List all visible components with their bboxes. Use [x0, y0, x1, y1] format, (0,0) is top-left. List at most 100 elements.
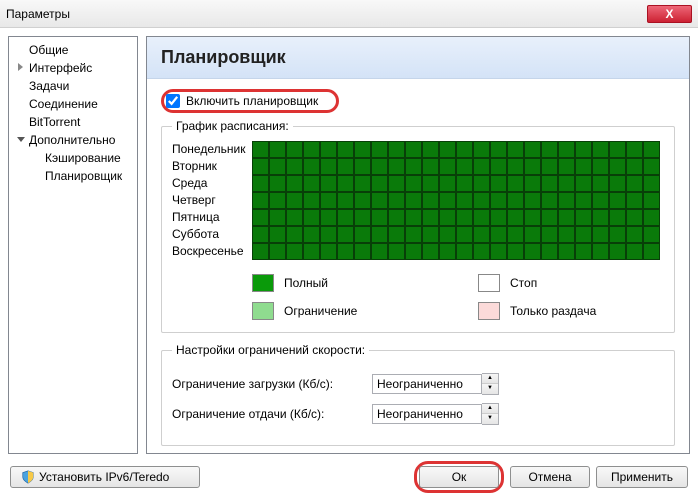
- schedule-cell[interactable]: [405, 209, 422, 226]
- schedule-cell[interactable]: [405, 158, 422, 175]
- schedule-cell[interactable]: [422, 141, 439, 158]
- schedule-cell[interactable]: [439, 209, 456, 226]
- schedule-cell[interactable]: [643, 192, 660, 209]
- schedule-cell[interactable]: [490, 243, 507, 260]
- schedule-cell[interactable]: [269, 192, 286, 209]
- schedule-cell[interactable]: [388, 243, 405, 260]
- schedule-cell[interactable]: [354, 226, 371, 243]
- schedule-cell[interactable]: [320, 226, 337, 243]
- schedule-cell[interactable]: [524, 192, 541, 209]
- schedule-cell[interactable]: [286, 226, 303, 243]
- sidebar-item-interface[interactable]: Интерфейс: [11, 59, 135, 77]
- schedule-cell[interactable]: [286, 209, 303, 226]
- schedule-cell[interactable]: [592, 158, 609, 175]
- schedule-cell[interactable]: [626, 243, 643, 260]
- schedule-cell[interactable]: [592, 209, 609, 226]
- schedule-cell[interactable]: [456, 175, 473, 192]
- schedule-cell[interactable]: [422, 243, 439, 260]
- ok-button[interactable]: Ок: [419, 466, 499, 488]
- schedule-cell[interactable]: [456, 192, 473, 209]
- schedule-cell[interactable]: [252, 175, 269, 192]
- schedule-cell[interactable]: [320, 175, 337, 192]
- schedule-cell[interactable]: [439, 192, 456, 209]
- schedule-cell[interactable]: [558, 226, 575, 243]
- schedule-cell[interactable]: [303, 226, 320, 243]
- schedule-cell[interactable]: [473, 158, 490, 175]
- schedule-cell[interactable]: [337, 158, 354, 175]
- sidebar-item-cache[interactable]: Кэширование: [11, 149, 135, 167]
- schedule-cell[interactable]: [269, 243, 286, 260]
- schedule-cell[interactable]: [439, 226, 456, 243]
- schedule-cell[interactable]: [490, 209, 507, 226]
- schedule-cell[interactable]: [286, 192, 303, 209]
- schedule-cell[interactable]: [303, 158, 320, 175]
- schedule-cell[interactable]: [575, 141, 592, 158]
- schedule-cell[interactable]: [541, 209, 558, 226]
- schedule-cell[interactable]: [626, 209, 643, 226]
- sidebar-item-connection[interactable]: Соединение: [11, 95, 135, 113]
- schedule-cell[interactable]: [575, 192, 592, 209]
- schedule-cell[interactable]: [405, 243, 422, 260]
- schedule-cell[interactable]: [320, 209, 337, 226]
- schedule-cell[interactable]: [371, 158, 388, 175]
- schedule-cell[interactable]: [507, 243, 524, 260]
- schedule-cell[interactable]: [609, 243, 626, 260]
- schedule-cell[interactable]: [626, 158, 643, 175]
- schedule-cell[interactable]: [354, 158, 371, 175]
- cancel-button[interactable]: Отмена: [510, 466, 590, 488]
- schedule-cell[interactable]: [524, 226, 541, 243]
- download-limit-input[interactable]: [372, 374, 482, 394]
- schedule-cell[interactable]: [609, 192, 626, 209]
- upload-spin-down[interactable]: ▼: [482, 414, 498, 424]
- schedule-cell[interactable]: [473, 226, 490, 243]
- schedule-cell[interactable]: [405, 192, 422, 209]
- schedule-cell[interactable]: [422, 175, 439, 192]
- schedule-cell[interactable]: [490, 175, 507, 192]
- schedule-cell[interactable]: [286, 243, 303, 260]
- schedule-cell[interactable]: [303, 141, 320, 158]
- schedule-cell[interactable]: [592, 226, 609, 243]
- schedule-cell[interactable]: [609, 226, 626, 243]
- schedule-cell[interactable]: [626, 226, 643, 243]
- schedule-cell[interactable]: [303, 192, 320, 209]
- schedule-cell[interactable]: [320, 141, 337, 158]
- schedule-cell[interactable]: [558, 243, 575, 260]
- schedule-cell[interactable]: [643, 141, 660, 158]
- schedule-cell[interactable]: [252, 141, 269, 158]
- schedule-cell[interactable]: [524, 209, 541, 226]
- schedule-cell[interactable]: [354, 209, 371, 226]
- schedule-cell[interactable]: [439, 175, 456, 192]
- schedule-cell[interactable]: [252, 192, 269, 209]
- schedule-cell[interactable]: [473, 175, 490, 192]
- schedule-cell[interactable]: [643, 175, 660, 192]
- schedule-cell[interactable]: [575, 226, 592, 243]
- schedule-cell[interactable]: [286, 175, 303, 192]
- schedule-cell[interactable]: [388, 175, 405, 192]
- schedule-cell[interactable]: [541, 175, 558, 192]
- sidebar-item-advanced[interactable]: Дополнительно: [11, 131, 135, 149]
- schedule-cell[interactable]: [439, 141, 456, 158]
- schedule-cell[interactable]: [643, 243, 660, 260]
- schedule-cell[interactable]: [558, 175, 575, 192]
- schedule-cell[interactable]: [456, 243, 473, 260]
- schedule-cell[interactable]: [524, 158, 541, 175]
- schedule-cell[interactable]: [405, 175, 422, 192]
- schedule-cell[interactable]: [337, 141, 354, 158]
- schedule-cell[interactable]: [354, 141, 371, 158]
- schedule-cell[interactable]: [609, 141, 626, 158]
- schedule-cell[interactable]: [507, 158, 524, 175]
- schedule-cell[interactable]: [558, 192, 575, 209]
- schedule-cell[interactable]: [507, 175, 524, 192]
- schedule-cell[interactable]: [575, 158, 592, 175]
- schedule-cell[interactable]: [286, 158, 303, 175]
- schedule-cell[interactable]: [609, 175, 626, 192]
- download-spin-up[interactable]: ▲: [482, 374, 498, 384]
- schedule-cell[interactable]: [490, 158, 507, 175]
- schedule-cell[interactable]: [371, 226, 388, 243]
- schedule-cell[interactable]: [303, 175, 320, 192]
- schedule-cell[interactable]: [371, 243, 388, 260]
- schedule-cell[interactable]: [558, 209, 575, 226]
- schedule-cell[interactable]: [473, 243, 490, 260]
- sidebar-item-scheduler[interactable]: Планировщик: [11, 167, 135, 185]
- enable-scheduler-checkbox[interactable]: [166, 94, 180, 108]
